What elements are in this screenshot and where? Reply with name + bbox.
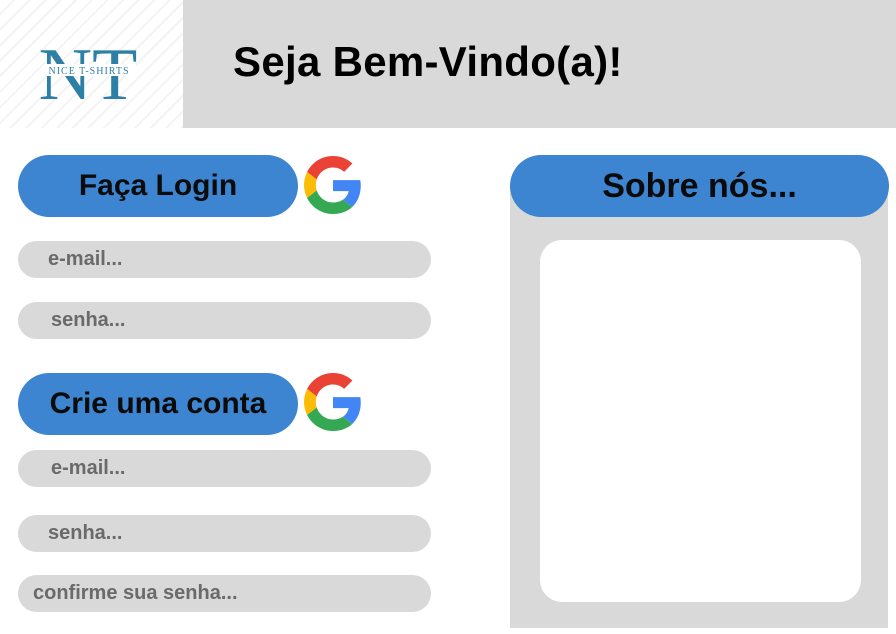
header-bar: Seja Bem-Vindo(a)! [183,0,896,128]
logo-area: NT NICE T-SHIRTS [0,0,183,128]
page-title: Seja Bem-Vindo(a)! [233,38,623,85]
google-icon[interactable] [304,373,362,431]
signup-email-field[interactable]: e-mail... [18,450,431,487]
login-password-field[interactable]: senha... [18,302,431,339]
about-content-card [540,240,861,602]
signup-button[interactable]: Crie uma conta [18,373,298,435]
about-button[interactable]: Sobre nós... [510,155,889,217]
google-icon[interactable] [304,156,362,214]
login-email-field[interactable]: e-mail... [18,241,431,278]
brand-logo: NT NICE T-SHIRTS [39,34,138,105]
login-button[interactable]: Faça Login [18,155,298,217]
signup-password-field[interactable]: senha... [18,515,431,552]
signup-confirm-password-field[interactable]: confirme sua senha... [18,575,431,612]
logo-tagline: NICE T-SHIRTS [48,66,129,77]
